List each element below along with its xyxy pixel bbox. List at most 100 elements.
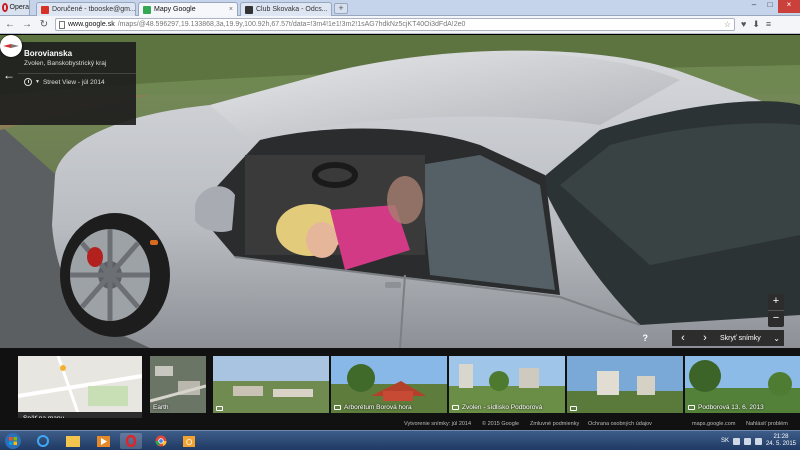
copyright: © 2015 Google	[482, 421, 520, 427]
minimize-icon[interactable]: –	[746, 0, 762, 13]
tab-close-icon[interactable]: ×	[331, 6, 332, 13]
photo-filmstrip: Earth Arborétum Borová hora Zvolen - síd…	[0, 348, 800, 426]
filmstrip-photo-3[interactable]: Zvolen - sídlisko Podborová	[449, 356, 565, 413]
help-button[interactable]: ?	[643, 333, 649, 343]
maps-favicon-icon	[143, 5, 151, 14]
tab-gmail[interactable]: Doručené - tbooske@gm... ×	[36, 2, 136, 16]
chrome-icon[interactable]	[150, 433, 172, 449]
clock-date: 24. 5. 2015	[765, 441, 796, 447]
forward-arrow-icon[interactable]: →	[20, 18, 34, 32]
opera-menu-button[interactable]: Opera	[0, 0, 30, 15]
tab-close-icon[interactable]: ×	[229, 6, 233, 13]
maximize-icon[interactable]: □	[762, 0, 778, 13]
filmstrip-earth-thumb[interactable]: Earth	[150, 356, 206, 413]
street-view-panorama[interactable]: ← Borovianska Zvolen, Banskobystrický kr…	[0, 35, 800, 348]
club-favicon-icon	[245, 5, 253, 14]
report-problem-link[interactable]: Nahlásiť problém	[746, 421, 788, 427]
place-title: Borovianska	[24, 49, 73, 58]
menu-icon[interactable]: ≡	[766, 19, 771, 30]
back-arrow-icon[interactable]: ←	[3, 18, 17, 32]
tab-label: Club Skovaka - Odcs...	[256, 6, 328, 13]
camera-icon	[216, 406, 223, 411]
windows-taskbar: O SK 21:28 24. 5. 2015	[0, 430, 800, 450]
camera-icon	[688, 405, 695, 410]
new-tab-button[interactable]: +	[334, 3, 348, 14]
clock-icon	[24, 78, 32, 86]
photo-thumbnail	[213, 356, 329, 413]
internet-explorer-icon[interactable]	[32, 433, 54, 449]
photo-title: Podborová 13. 6. 2013	[698, 404, 764, 411]
earth-label: Earth	[153, 404, 169, 411]
svg-text:O: O	[186, 438, 192, 447]
zoom-control: + −	[768, 294, 784, 327]
camera-icon	[452, 405, 459, 410]
next-photo-arrow-icon[interactable]: ›	[694, 332, 716, 344]
photo-title: Zvolen - sídlisko Podborová	[462, 404, 543, 411]
url-host: www.google.sk	[68, 21, 115, 28]
street-view-info-card: ← Borovianska Zvolen, Banskobystrický kr…	[0, 42, 136, 125]
filmstrip-photo-4[interactable]	[567, 356, 683, 413]
page-icon	[59, 20, 65, 29]
opera-label: Opera	[9, 4, 29, 11]
prev-photo-arrow-icon[interactable]: ‹	[672, 332, 694, 344]
tab-google-maps[interactable]: Mapy Google ×	[138, 2, 238, 16]
photo-title: Arborétum Borová hora	[344, 404, 412, 411]
filmstrip-photo-1[interactable]	[213, 356, 329, 413]
browser-toolbar: ← → ↻ www.google.sk/maps/@48.596297,19.1…	[0, 16, 800, 34]
tab-club[interactable]: Club Skovaka - Odcs... ×	[240, 2, 332, 16]
media-player-icon[interactable]	[92, 433, 114, 449]
time-machine-button[interactable]: ▼ Street View - júl 2014	[24, 78, 105, 86]
url-path: /maps/@48.596297,19.133868,3a,19.9y,100.…	[117, 21, 466, 28]
taskbar-clock[interactable]: 21:28 24. 5. 2015	[766, 434, 796, 448]
photo-thumbnail	[567, 356, 683, 413]
filmstrip-map-thumb[interactable]	[18, 356, 142, 413]
privacy-link[interactable]: Ochrana osobných údajov	[588, 421, 652, 427]
language-indicator[interactable]: SK	[721, 438, 729, 444]
windows-start-icon[interactable]	[2, 432, 24, 450]
compass-icon[interactable]	[0, 35, 22, 57]
heart-icon[interactable]: ♥	[741, 19, 746, 30]
place-subtitle: Zvolen, Banskobystrický kraj	[24, 60, 107, 67]
film-label	[570, 406, 577, 411]
camera-icon	[334, 405, 341, 410]
close-window-icon[interactable]: ×	[778, 0, 800, 13]
outlook-icon[interactable]: O	[178, 433, 200, 449]
reload-icon[interactable]: ↻	[37, 18, 51, 32]
address-bar[interactable]: www.google.sk/maps/@48.596297,19.133868,…	[55, 18, 735, 31]
maps-footer: Vytvorenie snímky: júl 2014 © 2015 Googl…	[0, 418, 800, 430]
bookmark-star-icon[interactable]: ☆	[724, 20, 731, 29]
domain-link[interactable]: maps.google.com	[692, 421, 735, 427]
gmail-favicon-icon	[41, 5, 49, 14]
tab-label: Doručené - tbooske@gm...	[52, 6, 136, 13]
tab-label: Mapy Google	[154, 6, 196, 13]
tray-icon[interactable]	[732, 437, 740, 445]
clock-time: 21:28	[773, 434, 789, 440]
opera-taskbar-icon[interactable]	[120, 433, 142, 449]
zoom-in-button[interactable]: +	[768, 294, 784, 310]
film-label	[216, 406, 223, 411]
screen: Opera Doručené - tbooske@gm... × Mapy Go…	[0, 0, 800, 450]
terms-link[interactable]: Zmluvné podmienky	[530, 421, 579, 427]
filmstrip-photo-5[interactable]: Podborová 13. 6. 2013	[685, 356, 800, 413]
image-date: Vytvorenie snímky: júl 2014	[404, 421, 472, 427]
zoom-out-button[interactable]: −	[768, 311, 784, 327]
film-label: Arborétum Borová hora	[334, 404, 412, 411]
chevron-down-icon[interactable]: ⌄	[773, 334, 780, 343]
network-icon[interactable]	[743, 437, 751, 445]
film-label: Zvolen - sídlisko Podborová	[452, 404, 542, 411]
thumbnail-controls: ‹ › Skryť snímky ⌄	[672, 330, 784, 346]
filmstrip-photo-2[interactable]: Arborétum Borová hora	[331, 356, 447, 413]
toolbar-right: ♥ ⬇ ≡	[741, 19, 771, 30]
date-label: Street View - júl 2014	[42, 78, 105, 86]
download-icon[interactable]: ⬇	[752, 19, 760, 30]
window-controls: – □ ×	[746, 0, 800, 13]
dropdown-caret-icon: ▼	[35, 79, 40, 85]
browser-tab-strip: Opera Doručené - tbooske@gm... × Mapy Go…	[0, 0, 800, 16]
opera-logo-icon	[2, 3, 8, 12]
hide-thumbnails-button[interactable]: Skryť snímky	[720, 335, 761, 342]
file-explorer-icon[interactable]	[62, 433, 84, 449]
system-tray: SK 21:28 24. 5. 2015	[721, 431, 796, 450]
film-label: Earth	[153, 404, 169, 411]
volume-icon[interactable]	[754, 437, 762, 445]
card-divider	[18, 73, 136, 74]
